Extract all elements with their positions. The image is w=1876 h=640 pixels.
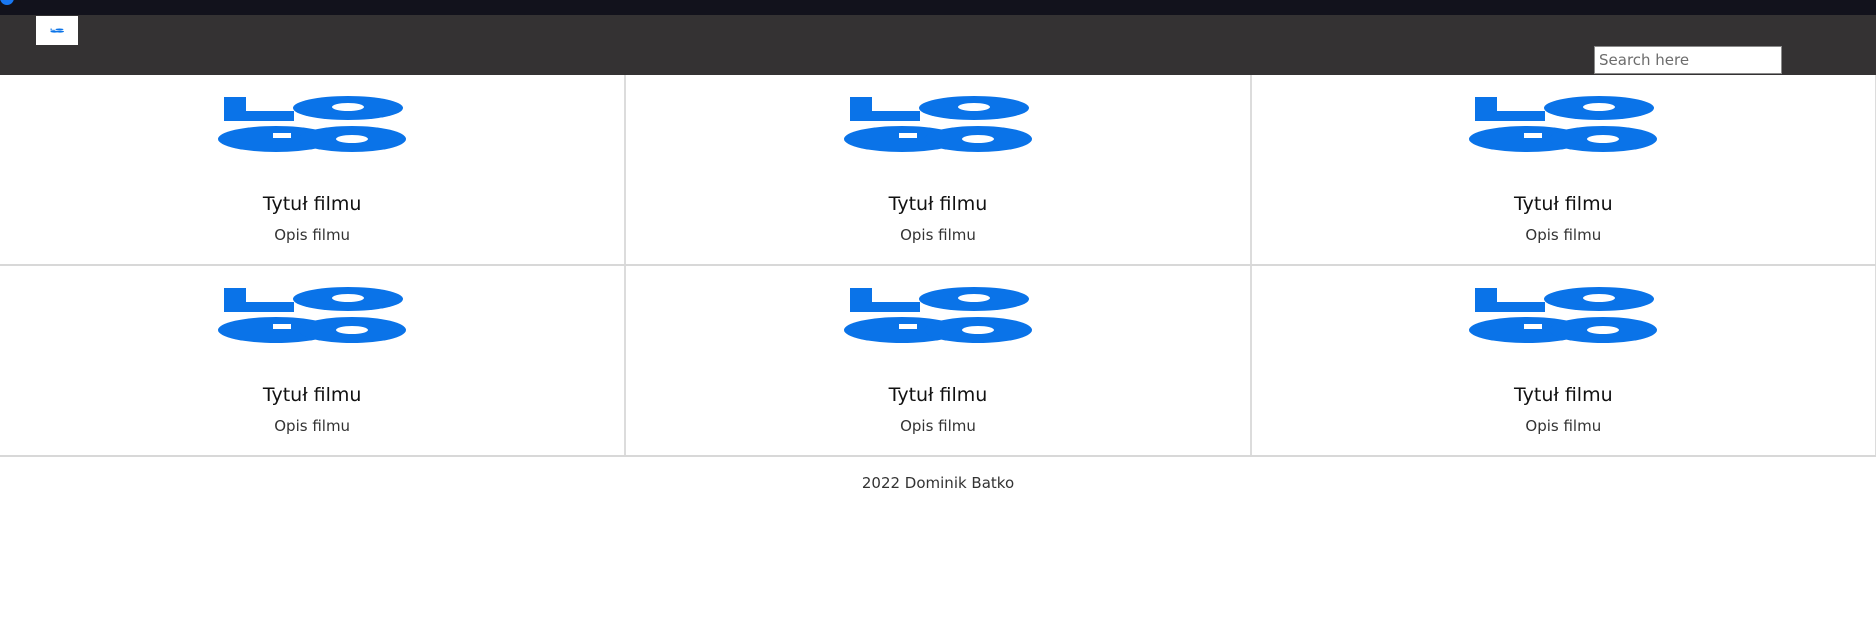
navbar — [0, 15, 1876, 75]
movie-poster-logo — [1469, 287, 1658, 343]
movie-title: Tytuł filmu — [1514, 193, 1613, 215]
movie-card[interactable]: Tytuł filmu Opis filmu — [625, 266, 1251, 455]
top-strip — [0, 0, 1876, 15]
movie-poster-logo — [1469, 96, 1658, 152]
movie-grid: Tytuł filmu Opis filmu Tytuł filmu Opis … — [0, 75, 1876, 457]
movie-description: Opis filmu — [1525, 226, 1602, 244]
movie-row: Tytuł filmu Opis filmu Tytuł filmu Opis … — [0, 75, 1876, 266]
movie-poster-logo — [218, 96, 407, 152]
movie-poster-logo — [218, 287, 407, 343]
movie-title: Tytuł filmu — [888, 193, 988, 215]
movie-description: Opis filmu — [900, 226, 976, 244]
movie-description: Opis filmu — [1525, 417, 1602, 435]
movie-description: Opis filmu — [274, 226, 351, 244]
movie-title: Tytuł filmu — [1514, 384, 1613, 406]
movie-card[interactable]: Tytuł filmu Opis filmu — [0, 75, 626, 264]
movie-row: Tytuł filmu Opis filmu Tytuł filmu Opis … — [0, 266, 1876, 457]
movie-title: Tytuł filmu — [262, 193, 362, 215]
movie-title: Tytuł filmu — [262, 384, 362, 406]
search-input[interactable] — [1594, 46, 1782, 74]
movie-card[interactable]: Tytuł filmu Opis filmu — [625, 75, 1251, 264]
movie-poster-logo — [843, 287, 1032, 343]
footer-copyright: 2022 Dominik Batko — [861, 474, 1015, 492]
movie-title: Tytuł filmu — [888, 384, 988, 406]
brand-logo-link[interactable] — [36, 16, 78, 45]
brand-logo-image — [50, 28, 64, 33]
movie-poster-logo — [843, 96, 1032, 152]
movie-card[interactable]: Tytuł filmu Opis filmu — [0, 266, 626, 455]
movie-card[interactable]: Tytuł filmu Opis filmu — [1250, 75, 1876, 264]
app-icon — [0, 0, 14, 5]
movie-description: Opis filmu — [274, 417, 351, 435]
movie-card[interactable]: Tytuł filmu Opis filmu — [1250, 266, 1876, 455]
movie-description: Opis filmu — [900, 417, 976, 435]
